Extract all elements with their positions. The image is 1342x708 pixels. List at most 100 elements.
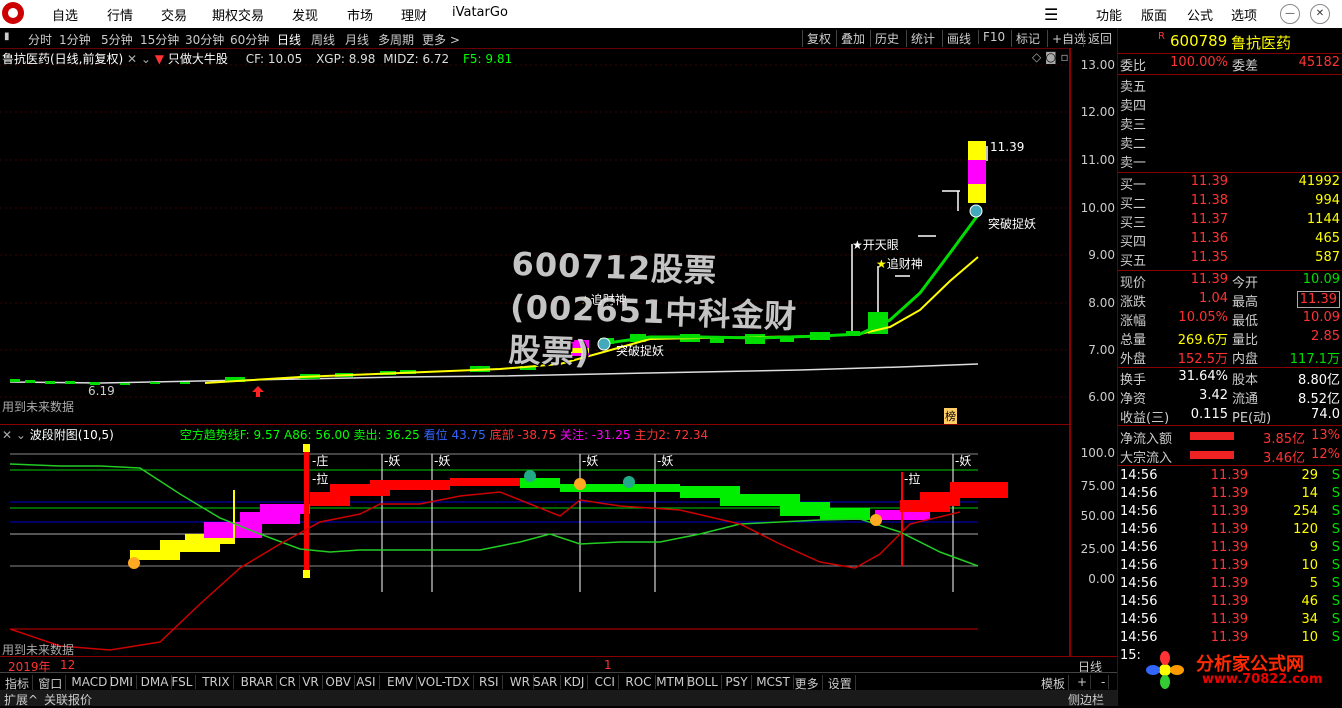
menu-formula[interactable]: 公式 xyxy=(1187,5,1213,24)
signal-icon xyxy=(870,514,882,526)
yao-label: -妖 xyxy=(657,454,674,468)
period-tab[interactable]: 多周期 xyxy=(378,31,414,48)
period-tab-active[interactable]: 日线 xyxy=(277,31,301,48)
indicator-tab[interactable]: DMI xyxy=(107,675,137,689)
indicator-tab[interactable]: KDJ xyxy=(561,675,589,689)
signal-icon xyxy=(524,470,536,482)
indicator-tab[interactable]: PSY xyxy=(722,675,752,689)
list-menu-icon[interactable]: ☰ xyxy=(1044,5,1058,24)
tool-draw[interactable]: 画线 xyxy=(942,30,971,47)
ask-row: 卖二 xyxy=(1118,133,1342,152)
expand-button[interactable]: 扩展^ xyxy=(4,691,38,708)
period-tab[interactable]: 60分钟 xyxy=(230,31,269,48)
signal-icon xyxy=(574,478,586,490)
signal-icon xyxy=(128,557,140,569)
tool-f10[interactable]: F10 xyxy=(978,30,1005,44)
sub-values: 空方趋势线F: 9.57 A86: 56.00 卖出: 36.25 xyxy=(179,428,420,442)
band-sub-chart[interactable] xyxy=(0,424,1070,656)
tool-back[interactable]: 返回 xyxy=(1083,30,1112,47)
indicator-tab[interactable]: ASI xyxy=(353,675,380,689)
bid-volume: 587 xyxy=(1315,250,1340,265)
tool-mark[interactable]: 标记 xyxy=(1011,30,1040,47)
indicator-tab[interactable]: VOL-TDX xyxy=(415,675,474,689)
period-tab[interactable]: 月线 xyxy=(345,31,369,48)
indicator-tab[interactable]: CR xyxy=(276,675,300,689)
indicator-tab[interactable]: EMV xyxy=(384,675,418,689)
menu-item[interactable]: 期权交易 xyxy=(212,5,264,24)
signal-icon xyxy=(623,476,635,488)
indicator-tab[interactable]: DMA xyxy=(138,675,173,689)
tool-overlay[interactable]: 叠加 xyxy=(836,30,865,47)
hold-label: 看位 xyxy=(423,428,448,442)
wealth-label: ★追财神 xyxy=(876,257,923,271)
menu-item[interactable]: 发现 xyxy=(292,5,318,24)
price-tick: 11.00 xyxy=(1080,153,1115,167)
period-tab[interactable]: 1分钟 xyxy=(59,31,91,48)
stock-name: 鲁抗医药 xyxy=(1231,34,1292,52)
indicator-name[interactable]: 只做大牛股 xyxy=(168,52,228,66)
indicator-tab[interactable]: TRIX xyxy=(199,675,234,689)
indicator-tab[interactable]: MCST xyxy=(753,675,794,689)
la-label: -拉 xyxy=(904,472,921,486)
stat-row: 现价 11.39 今开 10.09 xyxy=(1120,272,1340,291)
menu-item[interactable]: iVatarGo xyxy=(452,5,508,20)
period-tab[interactable]: 分时 xyxy=(28,31,52,48)
indicator-tab[interactable]: MACD xyxy=(68,675,112,689)
ask-row: 卖五 xyxy=(1118,76,1342,95)
indicator-tab[interactable]: RSI xyxy=(476,675,503,689)
tool-history[interactable]: 历史 xyxy=(870,30,899,47)
price-tick: 7.00 xyxy=(1088,343,1115,357)
sub-title[interactable]: 波段附图(10,5) xyxy=(30,428,114,442)
period-tab[interactable]: 30分钟 xyxy=(185,31,224,48)
tool-add-watch[interactable]: +自选 xyxy=(1047,30,1086,47)
menu-layout[interactable]: 版面 xyxy=(1141,5,1167,24)
indicator-tab[interactable]: FSL xyxy=(168,675,197,689)
indicator-tab[interactable]: CCI xyxy=(592,675,619,689)
indicator-tab[interactable]: SAR xyxy=(530,675,562,689)
period-tab[interactable]: 周线 xyxy=(311,31,335,48)
eye-label: ★开天眼 xyxy=(852,238,899,252)
menu-options[interactable]: 选项 xyxy=(1231,5,1257,24)
ask-label: 卖五 xyxy=(1120,80,1147,95)
close-icon[interactable]: ✕ ⌄ xyxy=(2,428,26,442)
la-label: -拉 xyxy=(312,472,329,486)
close-icon[interactable]: ✕ xyxy=(1310,4,1330,24)
tool-stats[interactable]: 统计 xyxy=(906,30,935,47)
indicator-tab[interactable]: BOLL xyxy=(684,675,722,689)
indicator-tab[interactable]: ROC xyxy=(622,675,656,689)
menu-item[interactable]: 交易 xyxy=(161,5,187,24)
linked-quote-button[interactable]: 关联报价 xyxy=(44,691,92,708)
indicator-tab[interactable]: MTM xyxy=(653,675,689,689)
sub-tick: 50.00 xyxy=(1080,509,1115,523)
minimize-icon[interactable]: — xyxy=(1280,4,1300,24)
stat-row: 涨幅 10.05% 最低 10.09 xyxy=(1120,310,1340,329)
indicator-tab[interactable]: OBV xyxy=(322,675,355,689)
xgp-value: XGP: 8.98 xyxy=(316,52,376,66)
menu-item[interactable]: 理财 xyxy=(401,5,427,24)
ask-row: 卖一 xyxy=(1118,152,1342,171)
toggle-icon[interactable]: ▮ xyxy=(4,31,10,42)
add-icon[interactable]: + xyxy=(1074,675,1092,689)
menu-item[interactable]: 行情 xyxy=(107,5,133,24)
chart-controls-icon[interactable]: ◇ ◙ ▫ xyxy=(1032,50,1069,64)
indicator-tab[interactable]: BRAR xyxy=(238,675,278,689)
sidebar-button[interactable]: 侧边栏 xyxy=(1068,691,1104,708)
menu-item[interactable]: 自选 xyxy=(52,5,78,24)
period-tab[interactable]: 15分钟 xyxy=(140,31,179,48)
menu-item[interactable]: 市场 xyxy=(347,5,373,24)
breakout-label: 突破捉妖 xyxy=(988,217,1037,231)
settings-icon[interactable]: ✕ ⌄ xyxy=(127,52,151,66)
period-tab[interactable]: 5分钟 xyxy=(101,31,133,48)
indicator-tab[interactable]: VR xyxy=(299,675,323,689)
ask-label: 卖一 xyxy=(1120,156,1147,171)
bid-price: 11.35 xyxy=(1190,250,1228,265)
high-label: 11.39 xyxy=(990,140,1025,154)
cf-value: CF: 10.05 xyxy=(245,52,303,66)
tool-fuquan[interactable]: 复权 xyxy=(802,30,831,47)
remove-icon[interactable]: - xyxy=(1098,675,1110,689)
ask-label: 卖二 xyxy=(1120,137,1147,152)
stat-row: 总量 269.6万 量比 2.85 xyxy=(1120,329,1340,348)
period-more[interactable]: 更多 > xyxy=(422,31,460,48)
menu-function[interactable]: 功能 xyxy=(1096,5,1122,24)
site-logo: 分析家公式网 www.70822.com xyxy=(1140,650,1342,690)
